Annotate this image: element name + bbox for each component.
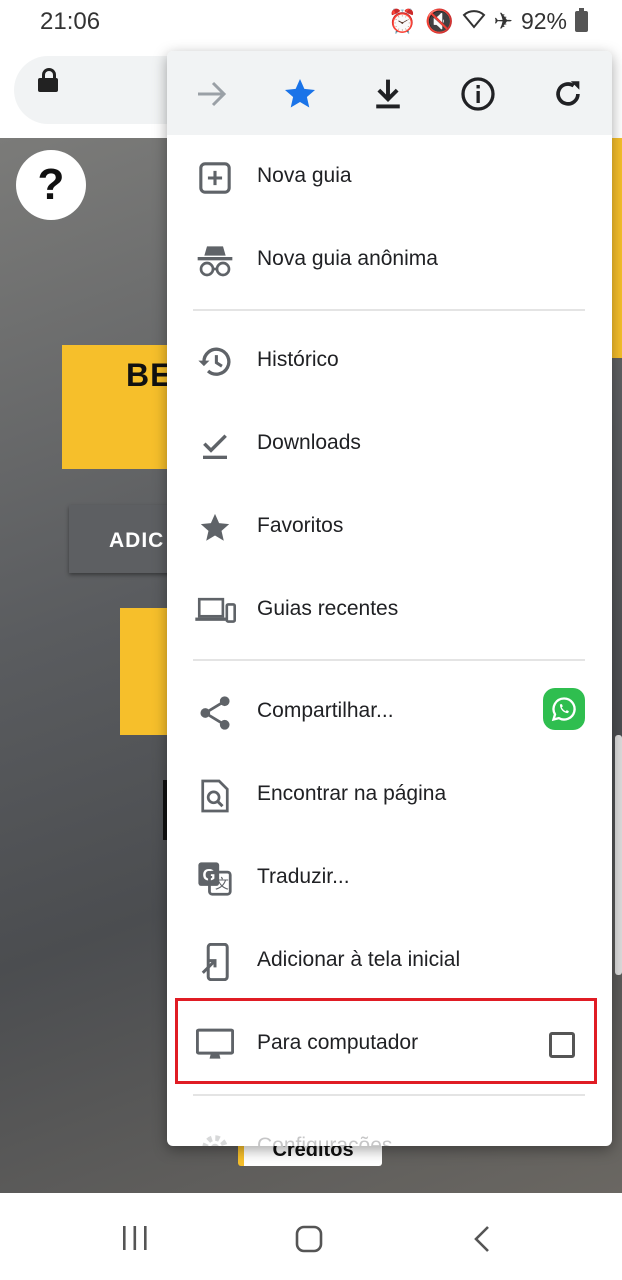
menu-divider (193, 1094, 585, 1096)
star-icon (193, 506, 237, 550)
menu-item-add-to-home[interactable]: Adicionar à tela inicial (167, 920, 612, 1003)
wifi-icon (462, 8, 486, 35)
battery-icon (575, 8, 588, 32)
card-title: BE (126, 357, 173, 393)
history-icon (193, 340, 237, 384)
menu-item-incognito-tab[interactable]: Nova guia anônima (167, 219, 612, 302)
page-add-button-label: ADIC (109, 529, 165, 552)
status-icons: ⏰ 🔇 ✈ 92% (388, 8, 588, 35)
info-icon[interactable] (453, 69, 503, 119)
battery-text: 92% (520, 8, 567, 34)
recent-tabs-icon (193, 589, 237, 633)
help-button[interactable]: ? (16, 150, 86, 220)
menu-item-label: Adicionar à tela inicial (257, 948, 461, 971)
menu-divider (193, 309, 585, 311)
highlight-box (175, 998, 597, 1084)
incognito-icon (193, 239, 237, 283)
menu-item-label: Traduzir... (257, 865, 350, 888)
lock-icon (38, 68, 58, 92)
downloads-icon (193, 423, 237, 467)
menu-item-label: Nova guia (257, 164, 352, 187)
scrollbar[interactable] (615, 735, 622, 975)
refresh-icon[interactable] (543, 69, 593, 119)
navigation-bar (0, 1196, 622, 1280)
add-to-home-icon (193, 940, 237, 984)
menu-item-label: Favoritos (257, 514, 344, 537)
clock: 21:06 (40, 8, 101, 35)
new-tab-icon (193, 156, 237, 200)
mute-icon: 🔇 (425, 8, 454, 34)
settings-icon (193, 1126, 237, 1146)
whatsapp-share-button[interactable] (543, 688, 585, 730)
menu-item-label: Configurações (257, 1134, 393, 1146)
forward-icon[interactable] (187, 69, 237, 119)
status-bar: 21:06 ⏰ 🔇 ✈ 92% (0, 0, 622, 44)
back-icon[interactable] (470, 1224, 494, 1254)
menu-item-new-tab[interactable]: Nova guia (167, 136, 612, 219)
menu-item-translate[interactable]: G文 Traduzir... (167, 837, 612, 920)
menu-item-label: Downloads (257, 431, 361, 454)
menu-item-downloads[interactable]: Downloads (167, 403, 612, 486)
menu-item-label: Encontrar na página (257, 782, 447, 805)
menu-item-label: Compartilhar... (257, 699, 394, 722)
menu-item-label: Guias recentes (257, 597, 399, 620)
svg-text:文: 文 (215, 876, 229, 892)
alarm-icon: ⏰ (388, 8, 418, 34)
menu-item-label: Nova guia anônima (257, 247, 438, 270)
share-icon (193, 691, 237, 735)
translate-icon: G文 (193, 857, 237, 901)
find-in-page-icon (193, 774, 237, 818)
whatsapp-icon (551, 697, 576, 722)
menu-item-label: Histórico (257, 348, 339, 371)
download-icon[interactable] (363, 69, 413, 119)
menu-item-find-in-page[interactable]: Encontrar na página (167, 754, 612, 837)
menu-item-recent-tabs[interactable]: Guias recentes (167, 569, 612, 652)
menu-item-settings[interactable]: Configurações (167, 1106, 612, 1146)
menu-item-history[interactable]: Histórico (167, 320, 612, 403)
menu-item-share[interactable]: Compartilhar... (167, 671, 612, 754)
airplane-icon: ✈ (493, 8, 513, 34)
browser-menu: Nova guia Nova guia anônima Histórico Do… (167, 51, 612, 1146)
menu-toolbar (167, 51, 612, 135)
home-icon[interactable] (294, 1224, 324, 1254)
menu-item-bookmarks[interactable]: Favoritos (167, 486, 612, 569)
menu-divider (193, 659, 585, 661)
recents-icon[interactable] (120, 1224, 150, 1252)
bookmark-star-icon[interactable] (275, 69, 325, 119)
